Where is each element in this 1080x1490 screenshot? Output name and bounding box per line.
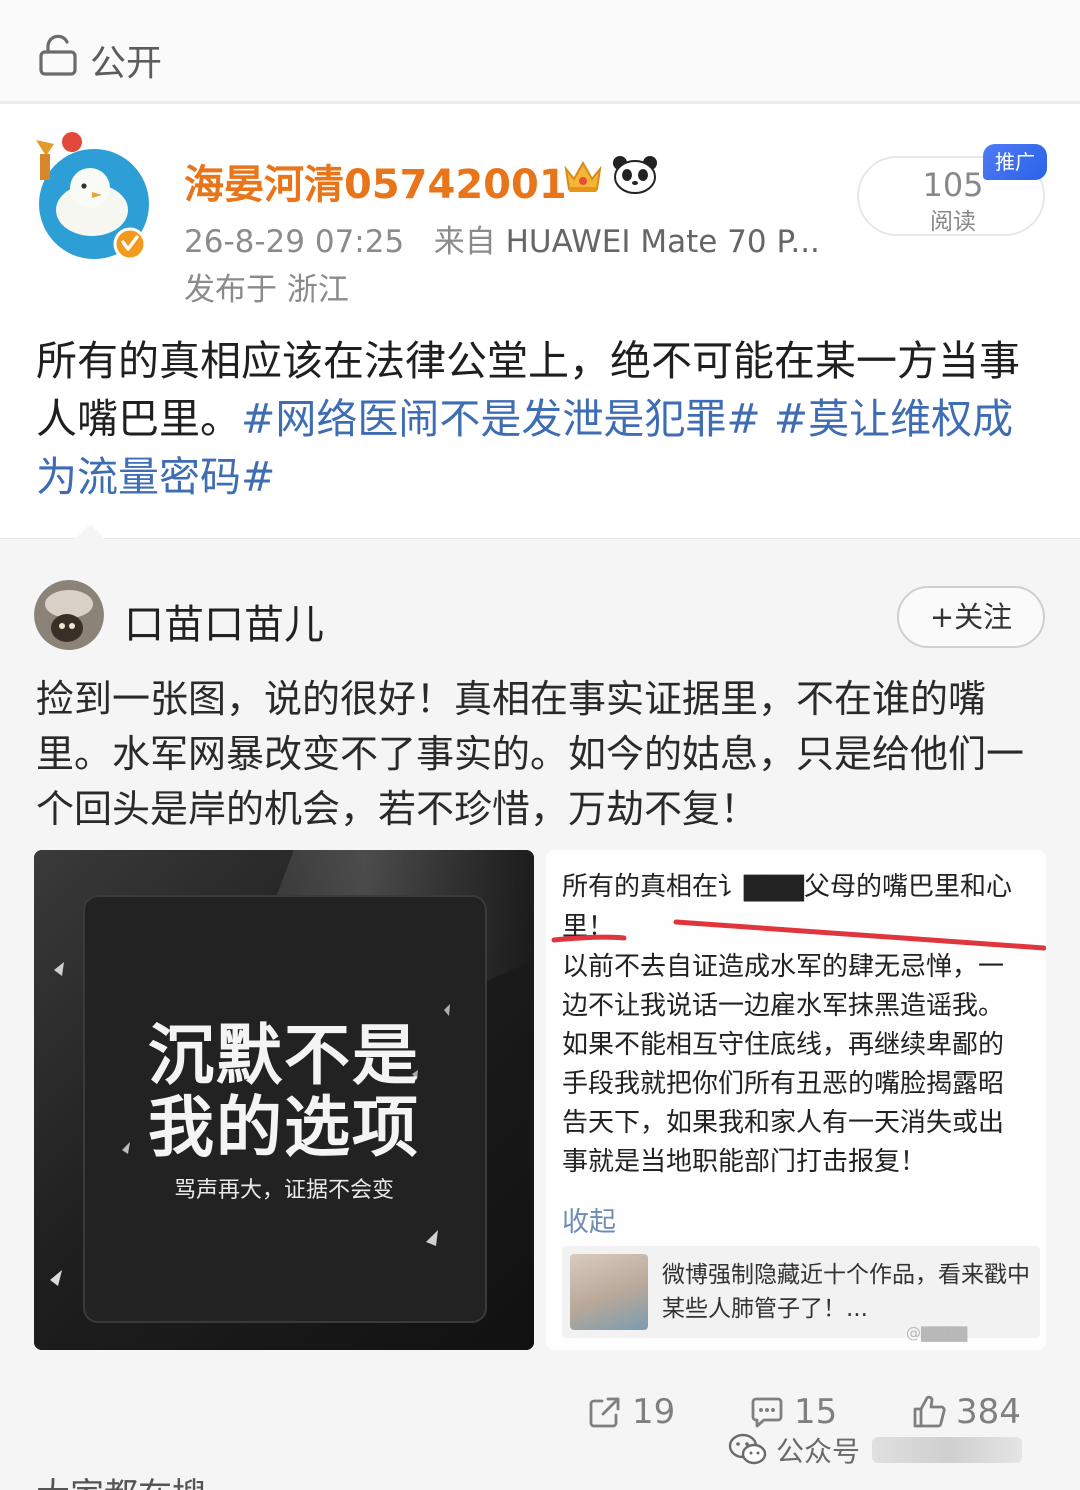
share-icon [589,1397,620,1428]
repost-text: 捡到一张图，说的很好！真相在事实证据里，不在谁的嘴里。水军网暴改变不了事实的。如… [36,677,1025,831]
post-body: 所有的真相应该在法律公堂上，绝不可能在某一方当事人嘴巴里。#网络医闹不是发泄是犯… [36,332,1048,506]
post-meta: 26-8-29 07:25 来自 HUAWEI Mate 70 P... [184,216,820,261]
like-button[interactable]: 384 [912,1392,1021,1432]
repost-pointer [74,524,106,540]
screenshot-line: 告天下，如果我和家人有一天消失或出 [562,1108,1005,1138]
privacy-bar[interactable]: 公开 [0,0,1080,104]
comment-button[interactable]: 15 [750,1392,837,1432]
screenshot-line: 以前不去自证造成水军的肆无忌惮，一 [562,952,1005,982]
wechat-icon [728,1433,767,1465]
repost-author-username[interactable]: 口苗口苗儿 [124,592,324,650]
screenshot-line: 事就是当地职能部门打击报复！ [562,1147,927,1177]
unlock-icon [39,34,77,76]
card-thumbnail [570,1254,648,1330]
promo-badge[interactable]: 推广 [983,144,1047,180]
poster-subtitle: 骂声再大，证据不会变 [173,1178,394,1203]
post-timestamp: 26-8-29 07:25 [184,224,405,260]
post-location: 发布于 浙江 [184,272,349,308]
repost-author-avatar[interactable] [34,580,104,650]
wechat-label: 公众号 [776,1435,861,1468]
trending-search-label[interactable]: 大家都在搜 [36,1468,206,1490]
comment-icon [751,1397,783,1428]
poster-title: 沉默不是 我的选项 [148,1017,420,1166]
read-label: 阅读 [930,209,976,235]
screenshot-image[interactable]: 所有的真相在讠▇▇▇父母的嘴巴里和心 里！ 以前不去自证造成水军的肆无忌惮，一 … [546,850,1046,1350]
screenshot-line: 手段我就把你们所有丑恶的嘴脸揭露昭 [562,1069,1005,1099]
author-username[interactable]: 海晏河清05742001 [184,152,567,210]
source-prefix: 来自 [433,224,496,260]
share-button[interactable]: 19 [588,1392,675,1432]
poster-image[interactable]: 沉默不是 我的选项 骂声再大，证据不会变 [34,850,534,1350]
privacy-label: 公开 [90,43,163,84]
screenshot-line: 如果不能相互守住底线，再继续卑鄙的 [562,1030,1005,1060]
comment-count: 15 [794,1392,838,1432]
card-text: 微博强制隐藏近十个作品，看来戳中某些人肺管子了！... [662,1262,1030,1322]
screenshot-line: 边不让我说话一边雇水军抹黑造谣我。 [562,991,1005,1021]
post-device: HUAWEI Mate 70 P... [505,224,820,260]
hashtag-link[interactable]: #网络医闹不是发泄是犯罪# [241,395,761,443]
like-count: 384 [956,1392,1021,1432]
author-avatar[interactable] [32,132,154,262]
collapse-link: 收起 [562,1207,616,1238]
screenshot-watermark: @▇▇▇▇ [906,1324,968,1342]
blurred-account-name [872,1437,1023,1463]
share-count: 19 [632,1392,676,1432]
wechat-watermark: 公众号 [728,1430,1023,1470]
crown-icon [564,160,602,192]
follow-button[interactable]: +关注 [897,586,1045,648]
panda-icon [613,156,657,194]
screenshot-embedded-card: 微博强制隐藏近十个作品，看来戳中某些人肺管子了！... [562,1246,1040,1338]
thumbs-up-icon [913,1395,946,1428]
